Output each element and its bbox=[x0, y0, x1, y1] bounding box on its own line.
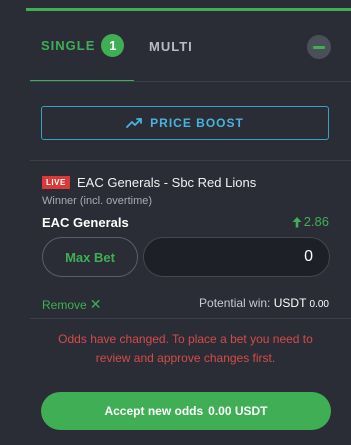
potential-win: Potential win: USDT 0.00 bbox=[199, 296, 329, 310]
remove-label: Remove bbox=[42, 297, 87, 312]
top-accent-line bbox=[26, 8, 351, 11]
live-badge: LIVE bbox=[42, 176, 70, 189]
arrow-up-icon bbox=[292, 216, 302, 227]
remove-selection-link[interactable]: Remove ✕ bbox=[42, 296, 101, 313]
betslip-tabs: SINGLE 1 MULTI bbox=[0, 12, 351, 82]
close-icon: ✕ bbox=[89, 296, 102, 312]
collapse-betslip-button[interactable] bbox=[307, 35, 331, 59]
trending-up-icon bbox=[126, 118, 143, 128]
potential-win-value: 0.00 bbox=[309, 299, 329, 310]
selection-count-badge: 1 bbox=[101, 34, 125, 57]
potential-win-currency: USDT bbox=[273, 296, 307, 310]
accept-amount: 0.00 USDT bbox=[208, 404, 268, 418]
tab-single-label: SINGLE bbox=[41, 38, 96, 53]
market-name: Winner (incl. overtime) bbox=[42, 195, 153, 207]
accept-label: Accept new odds bbox=[104, 404, 204, 418]
separator bbox=[30, 318, 351, 319]
match-name: EAC Generals - Sbc Red Lions bbox=[77, 175, 257, 190]
tabs-divider bbox=[30, 81, 351, 82]
price-boost-button[interactable]: PRICE BOOST bbox=[41, 106, 329, 140]
potential-win-label: Potential win: bbox=[199, 296, 271, 310]
minus-icon bbox=[313, 45, 325, 49]
max-bet-button[interactable]: Max Bet bbox=[42, 237, 138, 277]
accept-new-odds-button[interactable]: Accept new odds 0.00 USDT bbox=[41, 392, 331, 430]
price-boost-label: PRICE BOOST bbox=[150, 116, 244, 130]
selection-name: EAC Generals bbox=[42, 215, 129, 230]
section-divider bbox=[30, 160, 351, 161]
odds-number: 2.86 bbox=[303, 214, 329, 229]
odds-changed-warning: Odds have changed. To place a bet you ne… bbox=[58, 332, 313, 365]
stake-input[interactable] bbox=[143, 237, 330, 277]
tab-multi[interactable]: MULTI bbox=[149, 39, 193, 54]
odds-value: 2.86 bbox=[292, 214, 329, 229]
tab-single[interactable]: SINGLE 1 bbox=[41, 34, 125, 57]
